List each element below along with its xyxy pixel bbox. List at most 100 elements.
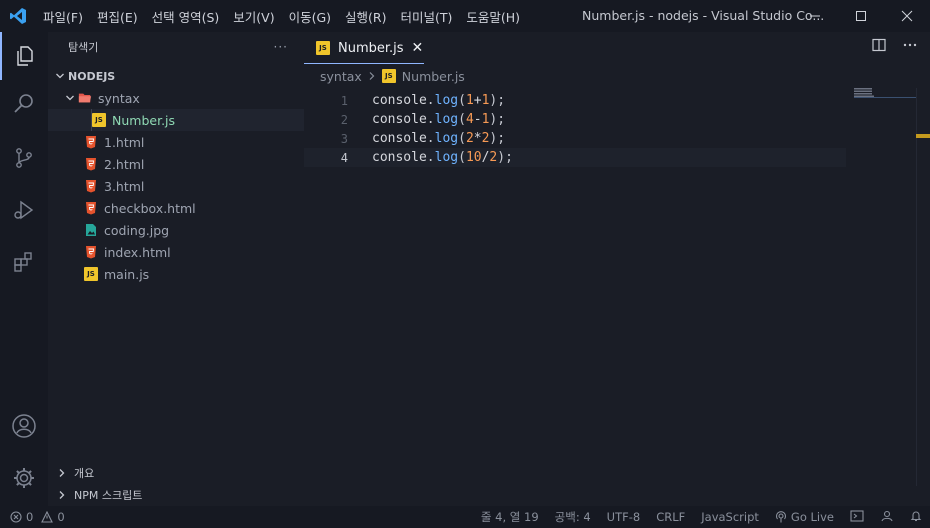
file-label: 2.html (104, 156, 145, 172)
encoding[interactable]: UTF-8 (607, 510, 641, 524)
workspace-root-label: NODEJS (68, 69, 116, 83)
file-label: index.html (104, 244, 171, 260)
code-text: console.log(4-1); (372, 112, 506, 127)
html-file-icon (84, 157, 98, 171)
outline-section[interactable]: 개요 (48, 462, 304, 484)
files-icon (17, 46, 33, 66)
file-item[interactable]: coding.jpg (48, 219, 304, 241)
warning-count: 0 (57, 510, 65, 524)
menu-file[interactable]: 파일(F) (36, 7, 90, 26)
tab-bar: JS Number.js ✕ (304, 32, 930, 64)
line-number: 1 (340, 93, 348, 108)
tab-number-js[interactable]: JS Number.js ✕ (304, 32, 424, 64)
file-item[interactable]: 1.html (48, 131, 304, 153)
folder-label: syntax (98, 90, 140, 106)
scroll-marker (916, 134, 930, 138)
more-actions-icon[interactable] (902, 38, 918, 56)
error-icon (10, 511, 22, 523)
menu-edit[interactable]: 편집(E) (90, 7, 145, 26)
explorer-title: 탐색기 (68, 41, 99, 54)
js-file-icon: JS (92, 113, 106, 127)
notifications-bell-icon[interactable] (910, 510, 922, 525)
explorer-header: 탐색기 ··· (48, 32, 304, 62)
indentation[interactable]: 공백: 4 (555, 509, 591, 525)
line-number: 3 (340, 131, 348, 146)
file-label: Number.js (112, 112, 176, 128)
code-line: 2 console.log(4-1); (304, 110, 846, 129)
account-status-icon[interactable] (880, 510, 894, 525)
file-item[interactable]: checkbox.html (48, 197, 304, 219)
window-controls (792, 0, 930, 32)
js-file-icon: JS (316, 41, 330, 55)
menu-help[interactable]: 도움말(H) (459, 7, 527, 26)
npm-scripts-label: NPM 스크립트 (74, 489, 143, 502)
code-line: 3 console.log(2*2); (304, 129, 846, 148)
source-control-icon (16, 148, 32, 168)
html-file-icon (84, 135, 98, 149)
gear-icon (14, 468, 34, 488)
source-control-button[interactable] (0, 134, 48, 182)
editor-area: JS Number.js ✕ syntax JS Number.js 1 con… (304, 32, 930, 506)
more-actions-icon[interactable]: ··· (274, 40, 288, 54)
breadcrumb-folder[interactable]: syntax (320, 69, 362, 84)
minimap[interactable] (854, 88, 916, 506)
close-window-button[interactable] (884, 0, 930, 32)
minimize-icon (810, 15, 820, 17)
npm-scripts-section[interactable]: NPM 스크립트 (48, 484, 304, 506)
file-item[interactable]: 3.html (48, 175, 304, 197)
file-item[interactable]: 2.html (48, 153, 304, 175)
js-file-icon: JS (84, 267, 98, 281)
chevron-right-icon (54, 468, 70, 478)
warning-icon (41, 511, 54, 523)
workspace-root[interactable]: NODEJS (48, 65, 304, 87)
run-debug-button[interactable] (0, 186, 48, 234)
go-live-button[interactable]: Go Live (775, 510, 834, 524)
search-button[interactable] (0, 80, 48, 128)
menu-selection[interactable]: 선택 영역(S) (145, 7, 227, 26)
menu-run[interactable]: 실행(R) (338, 7, 393, 26)
vertical-scrollbar[interactable] (916, 88, 930, 486)
html-file-icon (84, 179, 98, 193)
language-mode[interactable]: JavaScript (701, 510, 759, 524)
file-label: checkbox.html (104, 200, 196, 216)
file-item[interactable]: index.html (48, 241, 304, 263)
code-editor[interactable]: 1 console.log(1+1); 2 console.log(4-1); … (304, 88, 846, 167)
cursor-position[interactable]: 줄 4, 열 19 (481, 509, 539, 525)
code-text: console.log(10/2); (372, 150, 513, 165)
manage-button[interactable] (0, 454, 48, 502)
tab-close-icon[interactable]: ✕ (412, 40, 424, 56)
feedback-icon[interactable] (850, 509, 864, 525)
html-file-icon (84, 201, 98, 215)
image-file-icon (84, 223, 98, 237)
tab-label: Number.js (338, 40, 404, 56)
minimize-button[interactable] (792, 0, 838, 32)
split-editor-icon[interactable] (872, 38, 886, 56)
editor-actions (872, 38, 918, 56)
code-text: console.log(1+1); (372, 93, 506, 108)
folder-open-icon (78, 91, 92, 105)
line-number: 2 (340, 112, 348, 127)
error-count: 0 (26, 510, 34, 524)
maximize-icon (856, 11, 866, 21)
menu-go[interactable]: 이동(G) (282, 7, 338, 26)
menu-bar: 파일(F) 편집(E) 선택 영역(S) 보기(V) 이동(G) 실행(R) 터… (36, 0, 527, 32)
folder-syntax[interactable]: syntax (48, 87, 304, 109)
file-item[interactable]: JS main.js (48, 263, 304, 285)
menu-view[interactable]: 보기(V) (226, 7, 281, 26)
html-file-icon (84, 245, 98, 259)
run-debug-icon (14, 200, 34, 220)
extensions-icon (14, 252, 32, 272)
explorer-button[interactable] (0, 32, 48, 80)
end-of-line[interactable]: CRLF (656, 510, 685, 524)
maximize-button[interactable] (838, 0, 884, 32)
menu-terminal[interactable]: 터미널(T) (394, 7, 460, 26)
problems-indicator[interactable]: 0 0 (0, 510, 65, 524)
extensions-button[interactable] (0, 238, 48, 286)
explorer-sidebar: 탐색기 ··· NODEJS syntax JS Number.js 1.htm… (48, 32, 304, 506)
search-icon (14, 94, 33, 113)
breadcrumb-file[interactable]: Number.js (402, 69, 465, 84)
file-item[interactable]: JS Number.js (48, 109, 304, 131)
file-label: main.js (104, 266, 150, 282)
accounts-button[interactable] (0, 402, 48, 450)
activity-bar (0, 32, 48, 506)
